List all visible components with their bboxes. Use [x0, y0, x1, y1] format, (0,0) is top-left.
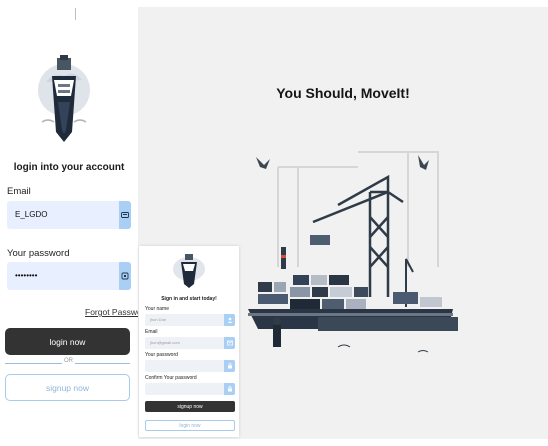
confirm-password-label: Confirm Your password [145, 375, 197, 381]
lock-icon [224, 383, 235, 395]
signup-password-field[interactable] [145, 360, 235, 372]
signup-card: Sign in and start today! Your name jhon … [139, 246, 239, 437]
hero-headline: You Should, MoveIt! [276, 85, 410, 101]
signup-password-label: Your password [145, 352, 178, 358]
email-field[interactable]: E_LGDO [7, 201, 131, 229]
email-label: Email [7, 186, 31, 197]
port-illustration [248, 151, 458, 353]
login-button[interactable]: login now [5, 328, 130, 355]
divider [75, 8, 76, 20]
name-placeholder: jhon Doe [150, 317, 167, 322]
confirm-password-field[interactable] [145, 383, 235, 395]
login-title: login into your account [13, 162, 125, 173]
ship-logo [36, 52, 92, 144]
signup-title: Sign in and start today! [161, 296, 217, 302]
name-field[interactable]: jhon Doe [145, 314, 235, 326]
password-value: •••••••• [15, 271, 38, 280]
signup-email-field[interactable]: jhon@gmail.com [145, 337, 235, 349]
signup-email-label: Email [145, 329, 158, 335]
id-card-icon [119, 201, 131, 229]
password-label: Your password [7, 248, 70, 259]
signup-login-button[interactable]: login now [145, 420, 235, 431]
mail-icon [224, 337, 235, 349]
ship-logo-small [172, 251, 206, 289]
password-field[interactable]: •••••••• [7, 262, 131, 290]
signup-submit-button[interactable]: signup now [145, 401, 235, 412]
lock-icon [224, 360, 235, 372]
name-label: Your name [145, 306, 169, 312]
email-placeholder: jhon@gmail.com [150, 340, 180, 345]
email-value: E_LGDO [15, 210, 48, 219]
key-icon [119, 262, 131, 290]
or-text: OR [62, 358, 75, 364]
signup-button[interactable]: signup now [5, 374, 130, 401]
login-panel: login into your account Email E_LGDO You… [0, 0, 154, 446]
user-icon [224, 314, 235, 326]
